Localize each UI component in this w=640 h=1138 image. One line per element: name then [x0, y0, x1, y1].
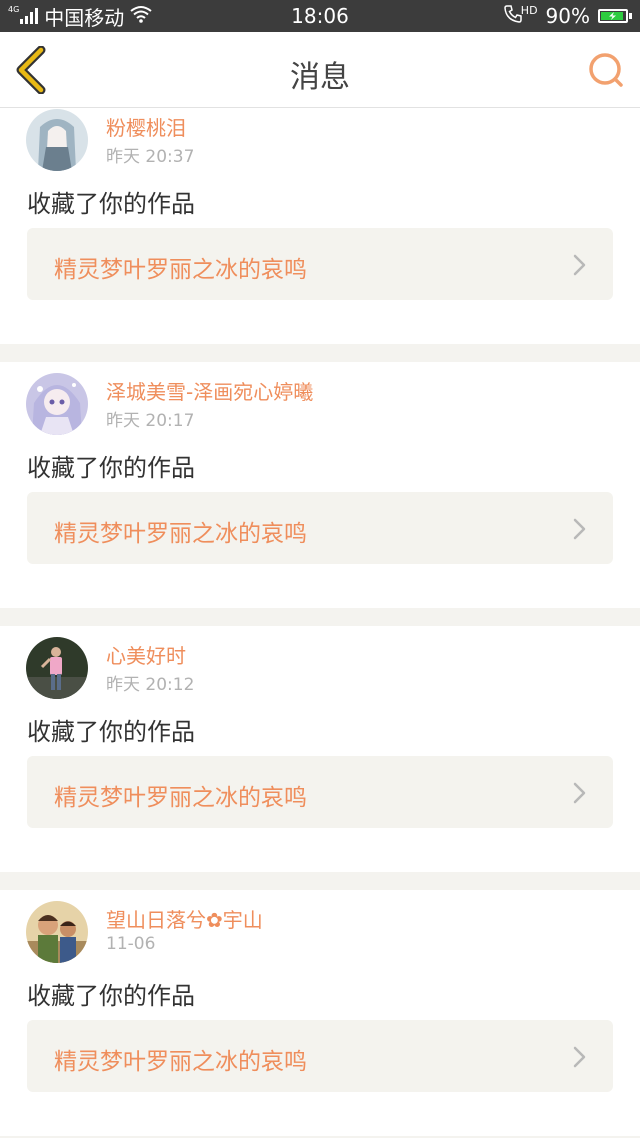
avatar[interactable] — [26, 373, 88, 435]
username-link[interactable]: 泽城美雪-泽画宛心婷曦 — [106, 376, 313, 405]
action-text: 收藏了你的作品 — [27, 718, 195, 746]
page-title: 消息 — [290, 60, 350, 95]
timestamp: 昨天 20:12 — [106, 675, 195, 695]
chevron-right-icon — [573, 518, 586, 540]
work-link[interactable]: 精灵梦叶罗丽之冰的哀鸣 — [27, 1020, 613, 1092]
work-title: 精灵梦叶罗丽之冰的哀鸣 — [54, 521, 307, 547]
action-text: 收藏了你的作品 — [27, 190, 195, 218]
search-button[interactable] — [586, 50, 626, 90]
notification-card: 望山日落兮✿宇山 11-06 收藏了你的作品 精灵梦叶罗丽之冰的哀鸣 — [0, 890, 640, 1136]
work-link[interactable]: 精灵梦叶罗丽之冰的哀鸣 — [27, 228, 613, 300]
battery-tip — [629, 13, 632, 19]
chevron-right-icon — [573, 782, 586, 804]
nav-header: 消息 — [0, 32, 640, 108]
avatar[interactable] — [26, 109, 88, 171]
avatar[interactable] — [26, 637, 88, 699]
chevron-right-icon — [573, 1046, 586, 1068]
work-title: 精灵梦叶罗丽之冰的哀鸣 — [54, 257, 307, 283]
work-title: 精灵梦叶罗丽之冰的哀鸣 — [54, 1049, 307, 1075]
notification-feed[interactable]: 粉樱桃泪 昨天 20:37 收藏了你的作品 精灵梦叶罗丽之冰的哀鸣 泽城美雪-泽… — [0, 108, 640, 1138]
notification-card: 心美好时 昨天 20:12 收藏了你的作品 精灵梦叶罗丽之冰的哀鸣 — [0, 626, 640, 872]
status-bar: 4G 中国移动 18:06 HD 90% — [0, 0, 640, 32]
notification-card: 泽城美雪-泽画宛心婷曦 昨天 20:17 收藏了你的作品 精灵梦叶罗丽之冰的哀鸣 — [0, 362, 640, 608]
work-link[interactable]: 精灵梦叶罗丽之冰的哀鸣 — [27, 492, 613, 564]
search-icon — [589, 53, 623, 87]
battery-percent: 90% — [545, 4, 590, 28]
action-text: 收藏了你的作品 — [27, 454, 195, 482]
username-link[interactable]: 心美好时 — [106, 640, 186, 669]
phone-hd-icon — [503, 4, 523, 29]
battery-charging-icon — [598, 9, 628, 23]
username-link[interactable]: 望山日落兮✿宇山 — [106, 904, 263, 933]
action-text: 收藏了你的作品 — [27, 982, 195, 1010]
timestamp: 11-06 — [106, 934, 156, 954]
username-link[interactable]: 粉樱桃泪 — [106, 112, 186, 141]
timestamp: 昨天 20:17 — [106, 411, 195, 431]
status-right: HD 90% — [503, 4, 632, 28]
chevron-right-icon — [573, 254, 586, 276]
feed-list: 粉樱桃泪 昨天 20:37 收藏了你的作品 精灵梦叶罗丽之冰的哀鸣 泽城美雪-泽… — [0, 108, 640, 1138]
timestamp: 昨天 20:37 — [106, 147, 195, 167]
work-title: 精灵梦叶罗丽之冰的哀鸣 — [54, 785, 307, 811]
avatar[interactable] — [26, 901, 88, 963]
work-link[interactable]: 精灵梦叶罗丽之冰的哀鸣 — [27, 756, 613, 828]
notification-card: 粉樱桃泪 昨天 20:37 收藏了你的作品 精灵梦叶罗丽之冰的哀鸣 — [0, 108, 640, 344]
hd-badge: HD — [520, 4, 538, 17]
